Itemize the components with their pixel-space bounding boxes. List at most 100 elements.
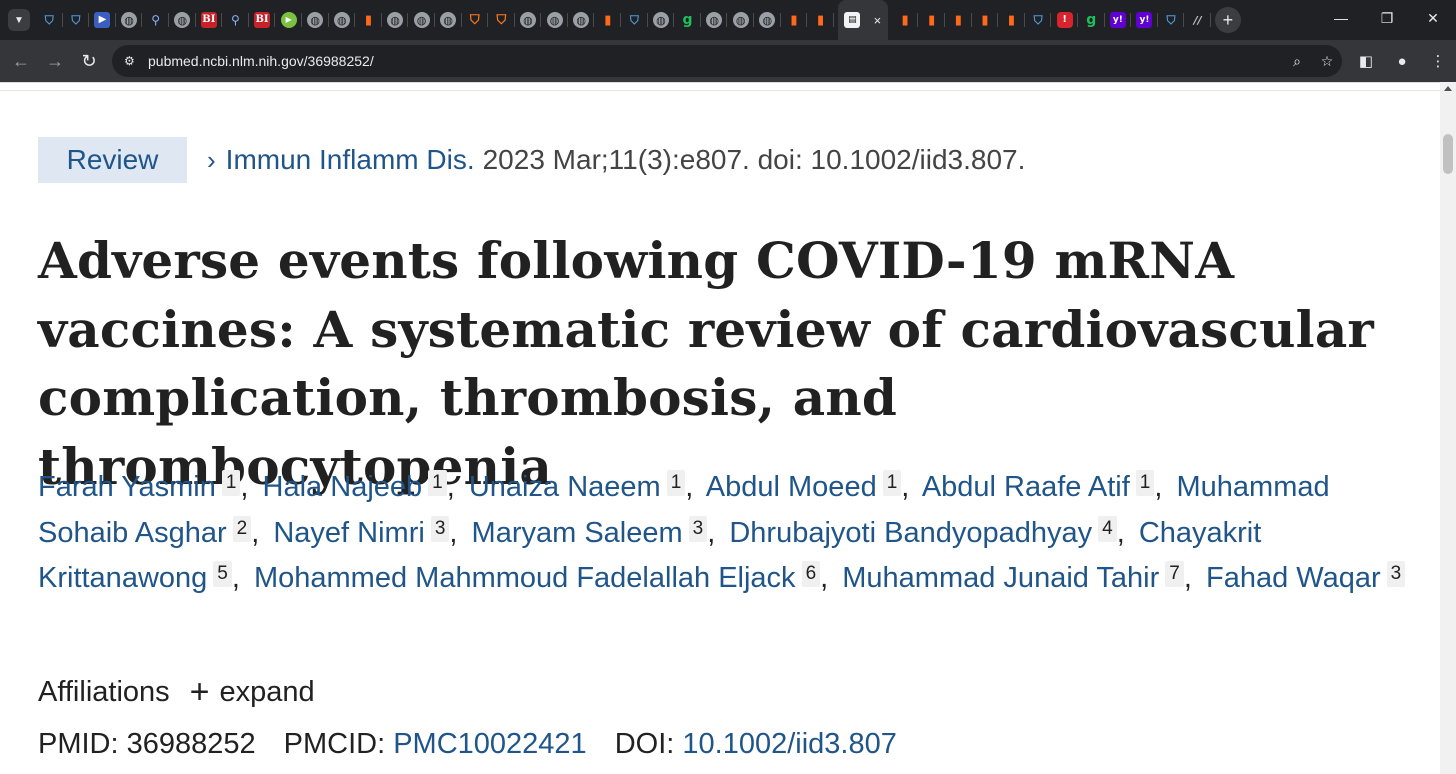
browser-tab[interactable]: ⚲	[222, 0, 249, 40]
bookmark-star-icon[interactable]: ☆	[1312, 53, 1342, 70]
zoom-icon[interactable]: ⌕	[1282, 53, 1312, 70]
author-name-link[interactable]: Muhammad Junaid Tahir	[842, 562, 1159, 594]
browser-tab[interactable]: ⛉	[462, 0, 489, 40]
chevron-right-icon[interactable]: ›	[207, 145, 216, 176]
site-info-icon[interactable]: ⚙	[124, 54, 144, 68]
browser-tab[interactable]: ◍	[701, 0, 728, 40]
affiliation-number[interactable]: 3	[688, 515, 708, 542]
back-button[interactable]: ←	[4, 44, 38, 78]
affiliation-number[interactable]: 1	[666, 470, 686, 496]
browser-tab[interactable]: ◍	[116, 0, 143, 40]
chevron-down-icon: ▼	[14, 14, 24, 26]
browser-tab[interactable]: ◍	[727, 0, 754, 40]
browser-tab[interactable]: g	[1078, 0, 1105, 40]
browser-tab[interactable]: ▮	[594, 0, 621, 40]
globe-icon: ◍	[652, 12, 669, 28]
author-name-link[interactable]: Maryam Saleem	[472, 517, 683, 549]
author: Hala Najeeb 1,	[263, 470, 461, 503]
restore-button[interactable]: ❐	[1364, 0, 1410, 36]
address-bar[interactable]: ⚙ pubmed.ncbi.nlm.nih.gov/36988252/ ⌕ ☆	[112, 45, 1342, 77]
affiliation-number[interactable]: 1	[221, 470, 241, 496]
journal-link[interactable]: Immun Inflamm Dis.	[226, 144, 475, 176]
browser-tab[interactable]: ◍	[568, 0, 595, 40]
author-name-link[interactable]: Farah Yasmin	[38, 471, 216, 503]
article-identifiers: PMID: 36988252 PMCID: PMC10022421 DOI: 1…	[38, 728, 925, 761]
browser-tab[interactable]: ▮	[998, 0, 1025, 40]
scroll-thumb[interactable]	[1443, 134, 1453, 174]
browser-tab[interactable]: ⛉	[63, 0, 90, 40]
browser-tab[interactable]: ◍	[435, 0, 462, 40]
browser-tab[interactable]: y!	[1131, 0, 1158, 40]
author-name-link[interactable]: Unaiza Naeem	[469, 471, 661, 503]
affiliation-number[interactable]: 1	[428, 470, 447, 496]
browser-tab[interactable]: ▮	[972, 0, 999, 40]
affiliation-number[interactable]: 3	[1386, 561, 1406, 587]
close-tab-icon[interactable]: ×	[874, 13, 882, 28]
browser-tab[interactable]: ◍	[382, 0, 409, 40]
browser-tab[interactable]: ▮	[355, 0, 382, 40]
pmcid-link[interactable]: PMC10022421	[393, 728, 586, 760]
browser-tab[interactable]: ⛉	[36, 0, 63, 40]
browser-tab[interactable]: ▮	[892, 0, 919, 40]
browser-tab[interactable]: //	[1184, 0, 1211, 40]
new-tab-button[interactable]: +	[1214, 7, 1241, 33]
browser-tab[interactable]: ▮	[781, 0, 808, 40]
affiliation-number[interactable]: 1	[1135, 470, 1155, 496]
author-name-link[interactable]: Abdul Raafe Atif	[922, 471, 1130, 503]
expand-affiliations-button[interactable]: + expand	[190, 675, 315, 709]
browser-tab[interactable]: ▮	[945, 0, 972, 40]
author-name-link[interactable]: Dhrubajyoti Bandyopadhyay	[729, 517, 1092, 549]
browser-tab[interactable]: g	[674, 0, 701, 40]
browser-tab[interactable]: ◍	[648, 0, 675, 40]
menu-icon[interactable]: ⋮	[1420, 43, 1456, 79]
author-name-link[interactable]: Nayef Nimri	[273, 517, 424, 549]
forward-button[interactable]: →	[38, 44, 72, 78]
author-name-link[interactable]: Mohammed Mahmmoud Fadelallah Eljack	[254, 562, 796, 594]
author-separator: ,	[251, 516, 260, 549]
browser-tab[interactable]: ◍	[541, 0, 568, 40]
browser-tab[interactable]: !	[1051, 0, 1078, 40]
doi-link[interactable]: 10.1002/iid3.807	[682, 728, 896, 760]
browser-tab[interactable]: ▮	[807, 0, 834, 40]
browser-tab[interactable]: ⛉	[621, 0, 648, 40]
url-text[interactable]: pubmed.ncbi.nlm.nih.gov/36988252/	[148, 53, 1282, 69]
affiliation-number[interactable]: 1	[882, 470, 902, 496]
affiliation-number[interactable]: 5	[213, 561, 232, 587]
affiliation-number[interactable]: 7	[1165, 561, 1184, 587]
browser-tab[interactable]: ◍	[169, 0, 196, 40]
globe-icon: ◍	[573, 12, 590, 28]
author-name-link[interactable]: Fahad Waqar	[1206, 562, 1381, 594]
browser-tab[interactable]: ⚲	[142, 0, 169, 40]
browser-tab[interactable]: BI	[249, 0, 276, 40]
author-name-link[interactable]: Abdul Moeed	[706, 471, 877, 503]
browser-tab[interactable]: ◍	[302, 0, 329, 40]
affiliation-number[interactable]: 3	[430, 515, 450, 542]
browser-tab[interactable]: ▮	[918, 0, 945, 40]
browser-tab[interactable]: BI	[196, 0, 223, 40]
minimize-button[interactable]: —	[1318, 0, 1364, 36]
browser-tab[interactable]: ⛉	[1158, 0, 1185, 40]
page-scrollbar[interactable]	[1440, 82, 1456, 774]
browser-tab[interactable]: ▶	[275, 0, 302, 40]
browser-tab[interactable]: ◍	[515, 0, 542, 40]
reload-button[interactable]: ↻	[72, 44, 106, 78]
browser-tab-active[interactable]: ▤ ×	[837, 0, 888, 40]
browser-tab[interactable]: ◍	[408, 0, 435, 40]
browser-tab[interactable]: ▶	[89, 0, 116, 40]
browser-tab[interactable]: ⛉	[488, 0, 515, 40]
author-name-link[interactable]: Hala Najeeb	[263, 471, 423, 503]
affiliation-number[interactable]: 6	[801, 561, 821, 587]
browser-tab[interactable]: ◍	[329, 0, 356, 40]
bookmark-orange-icon: ▮	[901, 12, 909, 28]
browser-tab[interactable]: ◍	[754, 0, 781, 40]
affiliation-number[interactable]: 4	[1098, 515, 1117, 542]
affiliations-label: Affiliations	[38, 675, 170, 708]
affiliation-number[interactable]: 2	[232, 515, 252, 542]
side-panel-icon[interactable]: ◧	[1348, 43, 1384, 79]
profile-icon[interactable]: ●	[1384, 43, 1420, 79]
scroll-up-arrow[interactable]	[1444, 86, 1452, 91]
browser-tab[interactable]: y!	[1105, 0, 1132, 40]
browser-tab[interactable]: ⛉	[1025, 0, 1052, 40]
tab-search-button[interactable]: ▼	[8, 9, 30, 31]
close-window-button[interactable]: ✕	[1410, 0, 1456, 36]
